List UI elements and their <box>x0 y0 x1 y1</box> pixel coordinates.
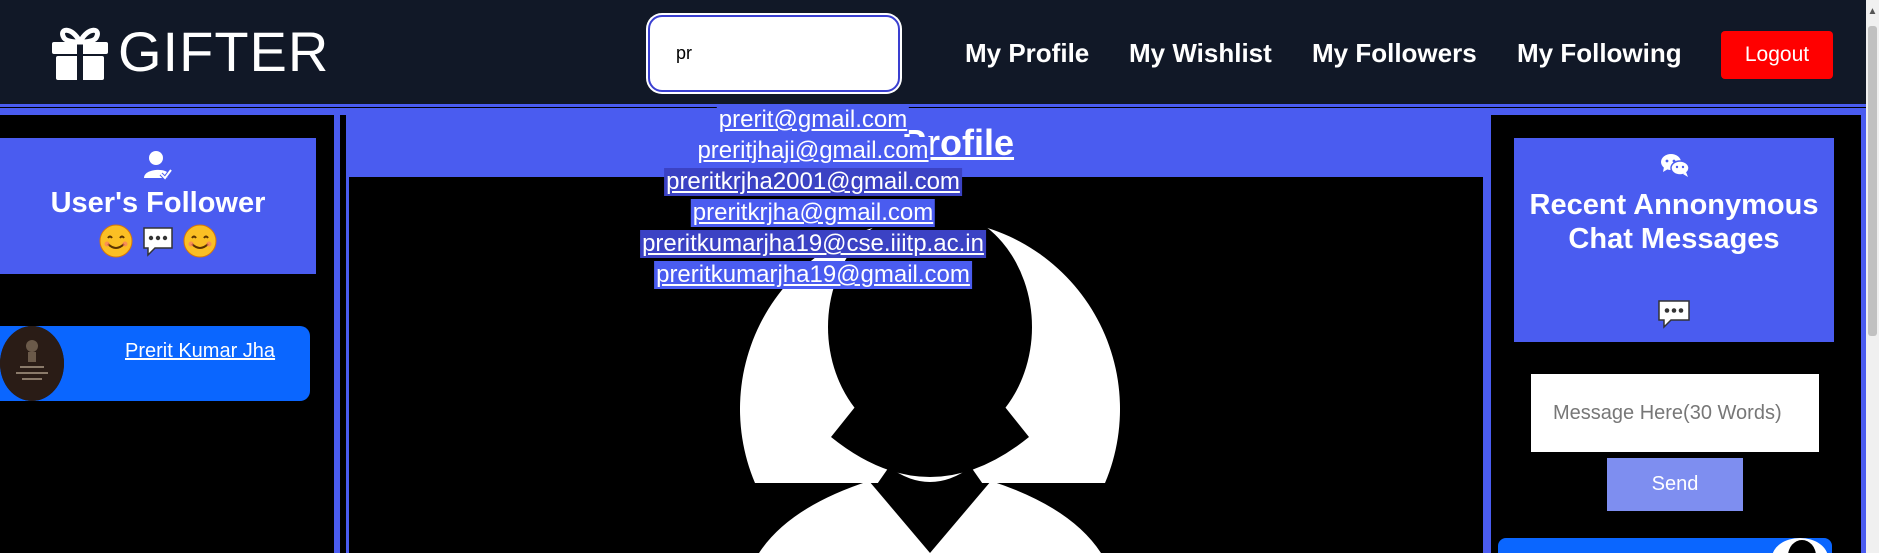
navbar: GIFTER My Profile My Wishlist My Followe… <box>0 0 1866 107</box>
followers-card: User's Follower <box>0 138 316 274</box>
brand-logo[interactable]: GIFTER <box>50 22 329 82</box>
followers-title: User's Follower <box>50 187 266 219</box>
suggestion-item[interactable]: prerit@gmail.com <box>716 106 910 134</box>
speech-bubble-icon <box>143 227 173 257</box>
nav-my-followers[interactable]: My Followers <box>1312 38 1477 68</box>
wechat-icon <box>1661 154 1690 177</box>
nav-my-following[interactable]: My Following <box>1517 38 1682 68</box>
brand-name: GIFTER <box>118 20 330 83</box>
avatar <box>0 326 64 401</box>
send-button[interactable]: Send <box>1607 458 1743 511</box>
scroll-thumb[interactable] <box>1868 26 1877 336</box>
divider-band <box>0 108 1866 115</box>
scroll-up-icon[interactable]: ▲ <box>1866 0 1879 24</box>
suggestion-item[interactable]: preritkumarjha19@cse.iiitp.ac.in <box>640 230 986 258</box>
suggestion-item[interactable]: preritkrjha@gmail.com <box>690 199 936 227</box>
chat-card: Recent Annonymous Chat Messages <box>1514 138 1834 342</box>
smile-emoji-icon <box>99 224 133 258</box>
suggestion-item[interactable]: preritjhaji@gmail.com <box>695 137 931 165</box>
app-root: GIFTER My Profile My Wishlist My Followe… <box>0 0 1879 553</box>
logout-button[interactable]: Logout <box>1721 31 1833 79</box>
avatar <box>1772 538 1828 553</box>
nav-my-wishlist[interactable]: My Wishlist <box>1129 38 1272 68</box>
follower-list-item[interactable]: Prerit Kumar Jha <box>0 326 310 401</box>
vertical-scrollbar[interactable]: ▲ <box>1866 0 1879 553</box>
recent-message-item[interactable] <box>1498 538 1832 553</box>
follower-name[interactable]: Prerit Kumar Jha <box>125 340 275 363</box>
speech-bubble-icon <box>1658 300 1690 329</box>
suggestion-item[interactable]: preritkumarjha19@gmail.com <box>654 261 972 289</box>
user-check-icon <box>144 151 172 180</box>
search-input[interactable] <box>648 15 900 92</box>
suggestion-item[interactable]: preritkrjha2001@gmail.com <box>664 168 962 196</box>
nav-my-profile[interactable]: My Profile <box>965 38 1089 68</box>
chat-title: Recent Annonymous Chat Messages <box>1529 189 1819 255</box>
emoji-row <box>0 223 316 259</box>
message-input[interactable] <box>1531 374 1819 452</box>
gift-icon <box>52 27 108 80</box>
smile-emoji-icon <box>183 224 217 258</box>
